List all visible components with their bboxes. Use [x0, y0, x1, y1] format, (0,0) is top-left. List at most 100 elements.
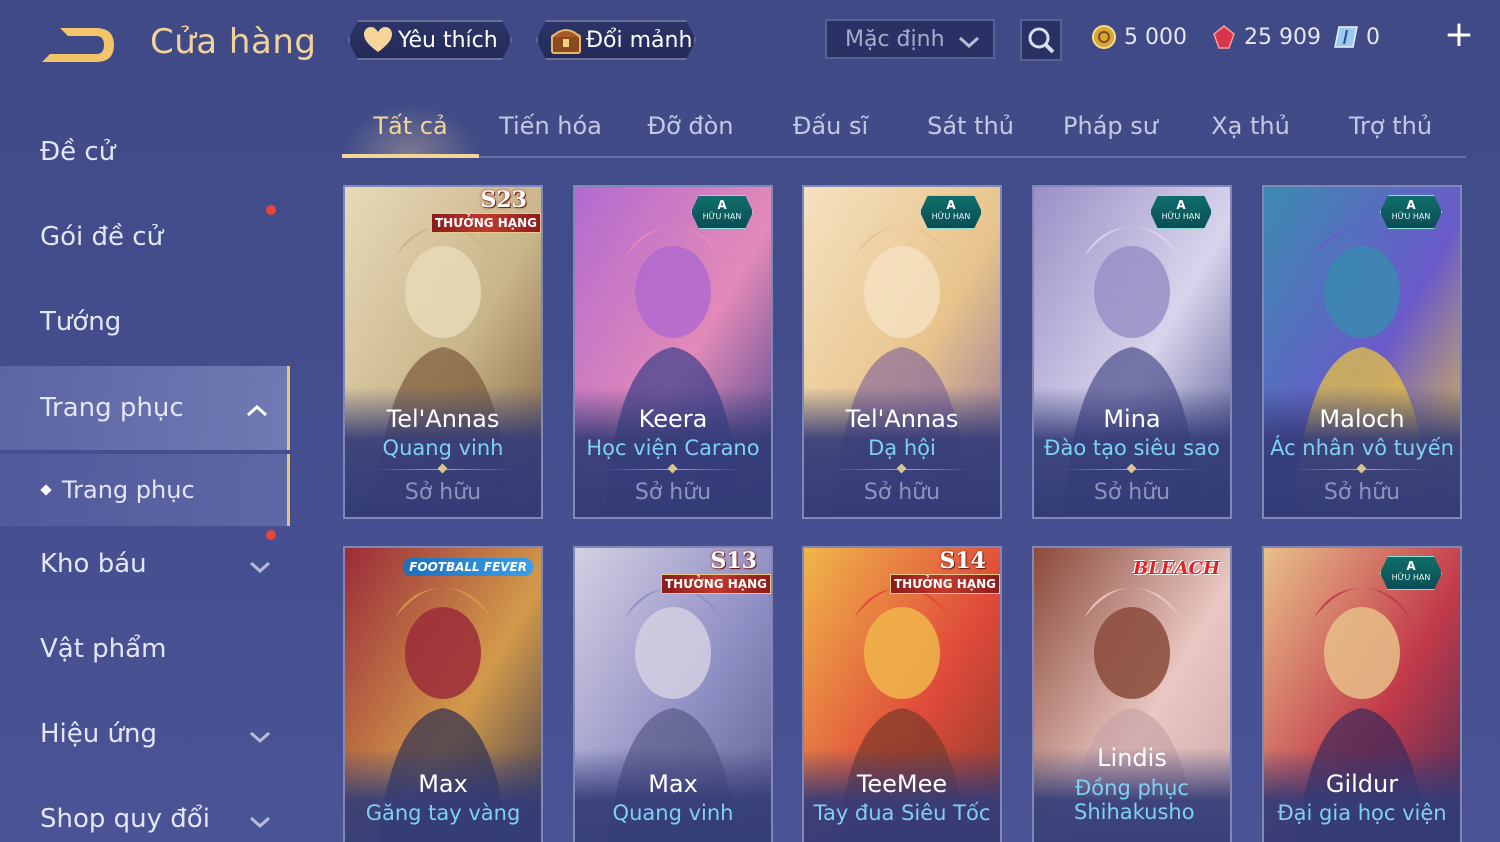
- owned-status: Sở hữu: [634, 480, 712, 505]
- grade-label: A: [1406, 559, 1416, 573]
- skin-card[interactable]: A HỮU HẠN Keera Học viện Carano Sở hữu: [573, 185, 773, 519]
- skin-name: Đào tạo siêu sao: [1044, 436, 1220, 460]
- divider-ornament: [373, 469, 513, 470]
- skin-name: Quang vinh: [612, 801, 734, 825]
- notification-dot: [266, 205, 276, 215]
- sidebar-item-label: Hiệu ứng: [40, 719, 157, 749]
- skin-name: Đại gia học viện: [1277, 801, 1447, 825]
- tab-marksman[interactable]: Xạ thủ: [1182, 112, 1319, 156]
- heart-icon: [362, 24, 394, 56]
- season-label: S13: [710, 548, 757, 574]
- favorite-button[interactable]: Yêu thích: [348, 20, 512, 60]
- gold-balance: 5 000: [1090, 20, 1187, 54]
- skin-card[interactable]: A HỮU HẠN Mina Đào tạo siêu sao Sở hữu: [1032, 185, 1232, 519]
- back-button[interactable]: [38, 24, 118, 66]
- divider-ornament: [603, 469, 743, 470]
- skin-name: Tay đua Siêu Tốc: [813, 801, 991, 825]
- grade-label: A: [717, 198, 727, 212]
- tab-support[interactable]: Trợ thủ: [1322, 112, 1459, 156]
- hero-name: Tel'Annas: [386, 405, 500, 433]
- hero-name: Tel'Annas: [845, 405, 959, 433]
- limited-badge: A HỮU HẠN: [1150, 195, 1212, 229]
- owned-status: Sở hữu: [1093, 480, 1171, 505]
- gem-amount: 25 909: [1244, 24, 1321, 50]
- ticket-amount: 0: [1366, 24, 1380, 50]
- sidebar-item-effects[interactable]: Hiệu ứng: [0, 692, 290, 776]
- hero-name: TeeMee: [856, 770, 948, 798]
- limited-label: HỮU HẠN: [1391, 212, 1431, 221]
- top-bar: Cửa hàng Yêu thích Đổi mảnh Mặc định 5 0…: [0, 0, 1500, 80]
- skin-card[interactable]: S13 THƯỞNG HẠNG Max Quang vinh: [573, 546, 773, 842]
- tab-fighter[interactable]: Đấu sĩ: [762, 112, 899, 156]
- tab-mage[interactable]: Pháp sư: [1042, 112, 1179, 156]
- skin-card[interactable]: BLEACH Lindis Đồng phục Shihakusho: [1032, 546, 1232, 842]
- treasure-chest-icon: [550, 24, 582, 56]
- limited-badge: A HỮU HẠN: [691, 195, 753, 229]
- sidebar-item-label: Kho báu: [40, 549, 147, 579]
- page-title: Cửa hàng: [150, 22, 317, 62]
- limited-label: HỮU HẠN: [702, 212, 742, 221]
- chevron-down-icon: [248, 552, 272, 582]
- divider-ornament: [1062, 469, 1202, 470]
- sidebar-item-recommended[interactable]: Đề cử: [0, 110, 290, 194]
- notification-dot: [266, 530, 276, 540]
- active-tab-indicator: [342, 154, 479, 158]
- limited-label: HỮU HẠN: [1161, 212, 1201, 221]
- hero-name: Lindis: [1097, 744, 1167, 772]
- chevron-down-icon: [248, 807, 272, 837]
- tab-all[interactable]: Tất cả: [342, 112, 479, 156]
- favorite-label: Yêu thích: [398, 27, 498, 53]
- skin-card[interactable]: A HỮU HẠN Gildur Đại gia học viện: [1262, 546, 1462, 842]
- event-badge: FOOTBALL FEVER: [403, 558, 533, 576]
- chevron-down-icon: [957, 31, 981, 56]
- ticket-balance: 0: [1332, 20, 1380, 54]
- hero-name: Maloch: [1319, 405, 1405, 433]
- sidebar-item-skins[interactable]: Trang phục: [0, 366, 290, 450]
- skin-card[interactable]: S23 THƯỞNG HẠNG Tel'Annas Quang vinh Sở hữu: [343, 185, 543, 519]
- sidebar-item-label: Trang phục: [62, 476, 195, 504]
- hero-name: Max: [648, 770, 698, 798]
- ruby-icon: [1210, 23, 1238, 51]
- skin-card[interactable]: A HỮU HẠN Tel'Annas Dạ hội Sở hữu: [802, 185, 1002, 519]
- sidebar-item-recommended-packs[interactable]: Gói đề cử: [0, 195, 290, 279]
- season-rank-badge: S14 THƯỞNG HẠNG: [888, 548, 1000, 598]
- diamond-bullet-icon: [40, 484, 52, 496]
- shard-exchange-button[interactable]: Đổi mảnh: [536, 20, 696, 60]
- sidebar-item-label: Vật phẩm: [40, 634, 167, 664]
- sidebar-item-label: Gói đề cử: [40, 222, 164, 252]
- skin-card[interactable]: FOOTBALL FEVER Max Găng tay vàng: [343, 546, 543, 842]
- skin-card[interactable]: A HỮU HẠN Maloch Ác nhân vô tuyến Sở hữu: [1262, 185, 1462, 519]
- tab-tank[interactable]: Đỡ đòn: [622, 112, 759, 156]
- skin-card[interactable]: S14 THƯỞNG HẠNG TeeMee Tay đua Siêu Tốc: [802, 546, 1002, 842]
- rank-reward-label: THƯỞNG HẠNG: [890, 574, 1000, 594]
- owned-status: Sở hữu: [1323, 480, 1401, 505]
- gold-amount: 5 000: [1124, 24, 1187, 50]
- back-arrow-icon: [42, 28, 114, 62]
- search-button[interactable]: [1020, 19, 1062, 61]
- tab-evolution[interactable]: Tiến hóa: [482, 112, 619, 156]
- chevron-down-icon: [248, 722, 272, 752]
- sidebar-item-exchange-shop[interactable]: Shop quy đổi: [0, 777, 290, 842]
- add-currency-button[interactable]: +: [1443, 17, 1475, 53]
- limited-badge: A HỮU HẠN: [1380, 195, 1442, 229]
- hero-name: Gildur: [1325, 770, 1399, 798]
- crystal-ticket-icon: [1332, 23, 1360, 51]
- sort-dropdown[interactable]: Mặc định: [825, 19, 995, 59]
- sidebar-subitem-skins[interactable]: Trang phục: [0, 454, 290, 526]
- sidebar-item-items[interactable]: Vật phẩm: [0, 607, 290, 691]
- sidebar: Đề cử Gói đề cử Tướng Trang phục Trang p…: [0, 110, 292, 842]
- sidebar-item-heroes[interactable]: Tướng: [0, 280, 290, 364]
- hero-name: Max: [418, 770, 468, 798]
- sidebar-item-label: Đề cử: [40, 137, 116, 167]
- owned-status: Sở hữu: [863, 480, 941, 505]
- sort-value: Mặc định: [845, 26, 945, 52]
- tab-assassin[interactable]: Sát thủ: [902, 112, 1039, 156]
- divider-ornament: [832, 469, 972, 470]
- rank-reward-label: THƯỞNG HẠNG: [431, 213, 541, 233]
- limited-badge: A HỮU HẠN: [1380, 556, 1442, 590]
- sidebar-item-treasure[interactable]: Kho báu: [0, 522, 290, 606]
- search-icon: [1028, 27, 1055, 54]
- role-tabs: Tất cả Tiến hóa Đỡ đòn Đấu sĩ Sát thủ Ph…: [342, 104, 1466, 158]
- grade-label: A: [946, 198, 956, 212]
- sidebar-item-label: Shop quy đổi: [40, 804, 210, 834]
